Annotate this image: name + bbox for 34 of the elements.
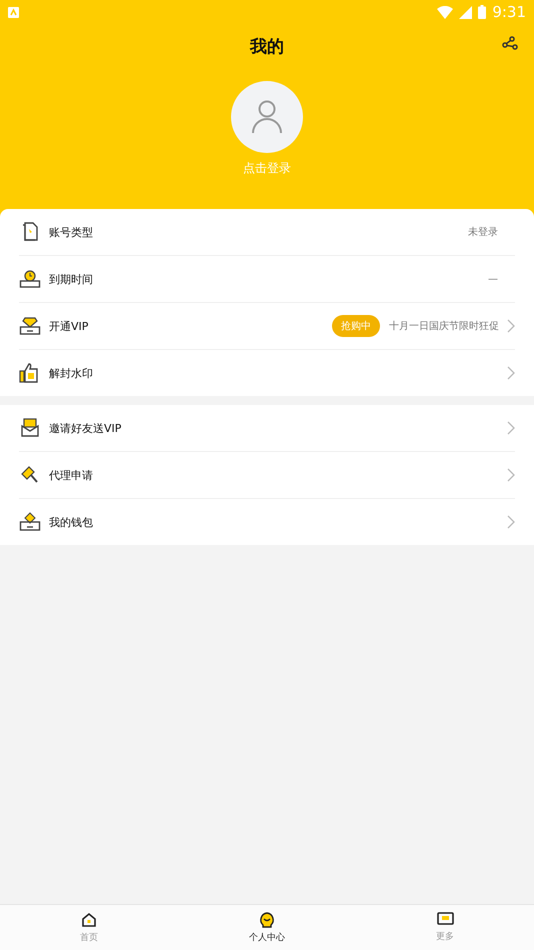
menu-item[interactable]: 解封水印 bbox=[49, 366, 507, 380]
menu-item[interactable]: 账号类型 bbox=[49, 224, 468, 240]
row-value: — bbox=[488, 274, 498, 284]
signal-icon bbox=[459, 6, 472, 18]
user-icon bbox=[251, 100, 283, 134]
smiley-icon bbox=[259, 912, 275, 928]
menu-item[interactable]: 代理申请 bbox=[49, 468, 507, 482]
document-icon bbox=[20, 222, 40, 242]
battery-icon bbox=[478, 5, 486, 19]
promo-text: 十月一日国庆节限时狂促 bbox=[389, 320, 499, 333]
row-value: 未登录 bbox=[468, 226, 498, 239]
wifi-icon bbox=[437, 6, 454, 18]
chevron-right-icon bbox=[507, 468, 515, 482]
clock-icon bbox=[19, 269, 41, 289]
diamond-icon bbox=[19, 316, 41, 336]
promo-badge: 抢购中 bbox=[332, 315, 380, 337]
home-icon bbox=[81, 912, 97, 928]
app-icon bbox=[8, 6, 19, 18]
hammer-icon bbox=[20, 465, 40, 485]
chevron-right-icon bbox=[507, 366, 515, 380]
chevron-right-icon bbox=[507, 515, 515, 529]
status-time: 9:31 bbox=[492, 3, 526, 21]
menu-item[interactable]: 我的钱包 bbox=[49, 514, 507, 530]
screen-icon bbox=[436, 912, 454, 927]
share-icon[interactable] bbox=[502, 36, 518, 50]
page-title: 我的 bbox=[250, 36, 284, 58]
menu-item[interactable]: 开通VIP bbox=[49, 318, 332, 334]
envelope-icon bbox=[20, 418, 40, 438]
menu-item[interactable]: 到期时间 bbox=[49, 272, 488, 286]
nav-tab[interactable]: 个人中心 bbox=[178, 905, 356, 950]
chevron-right-icon bbox=[507, 421, 515, 435]
wallet-icon bbox=[19, 512, 41, 532]
chevron-right-icon bbox=[507, 319, 515, 333]
menu-item[interactable]: 邀请好友送VIP bbox=[49, 420, 507, 436]
